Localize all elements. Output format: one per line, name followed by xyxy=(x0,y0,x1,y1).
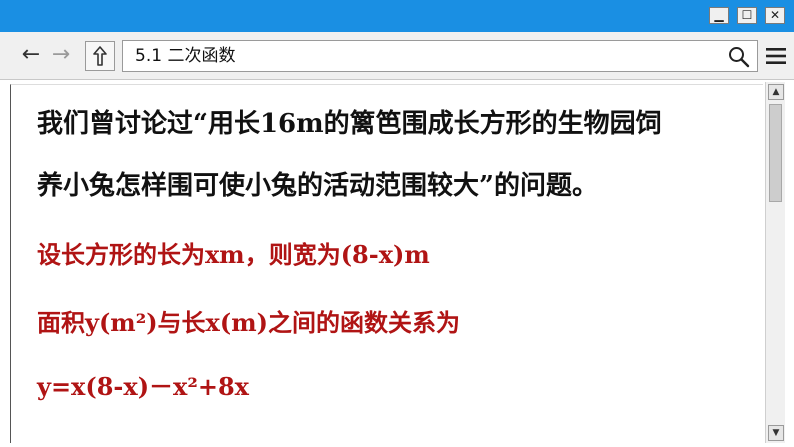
scroll-thumb[interactable] xyxy=(769,104,782,202)
formula-text: y=x(8-x)－x²+8x xyxy=(37,372,249,401)
arrow-up-icon xyxy=(93,46,107,66)
title-bar: ▁ ☐ ✕ xyxy=(0,0,794,32)
vertical-scrollbar[interactable]: ▲ ▼ xyxy=(765,82,785,443)
address-bar[interactable]: 5.1 二次函数 xyxy=(122,40,758,72)
scroll-down-arrow[interactable]: ▼ xyxy=(768,425,784,441)
relation-text: 面积y(m²)与长x(m)之间的函数关系为 xyxy=(37,308,460,337)
search-icon[interactable] xyxy=(727,45,751,69)
menu-icon[interactable] xyxy=(764,44,788,68)
setup-text: 设长方形的长为xm，则宽为(8-x)m xyxy=(37,240,430,269)
problem-text-line-1: 我们曾讨论过“用长16m的篱笆围成长方形的生物园饲 xyxy=(37,109,662,139)
toolbar: ← → 5.1 二次函数 xyxy=(0,32,794,80)
up-button[interactable] xyxy=(85,41,115,71)
address-text: 5.1 二次函数 xyxy=(135,46,236,66)
content-area: 我们曾讨论过“用长16m的篱笆围成长方形的生物园饲 养小兔怎样围可使小兔的活动范… xyxy=(10,84,763,443)
forward-button[interactable]: → xyxy=(46,42,76,68)
scroll-up-arrow[interactable]: ▲ xyxy=(768,84,784,100)
minimize-button[interactable]: ▁ xyxy=(709,7,729,24)
close-button[interactable]: ✕ xyxy=(765,7,785,24)
back-button[interactable]: ← xyxy=(16,42,46,68)
maximize-button[interactable]: ☐ xyxy=(737,7,757,24)
problem-text-line-2: 养小兔怎样围可使小兔的活动范围较大”的问题。 xyxy=(37,171,598,201)
